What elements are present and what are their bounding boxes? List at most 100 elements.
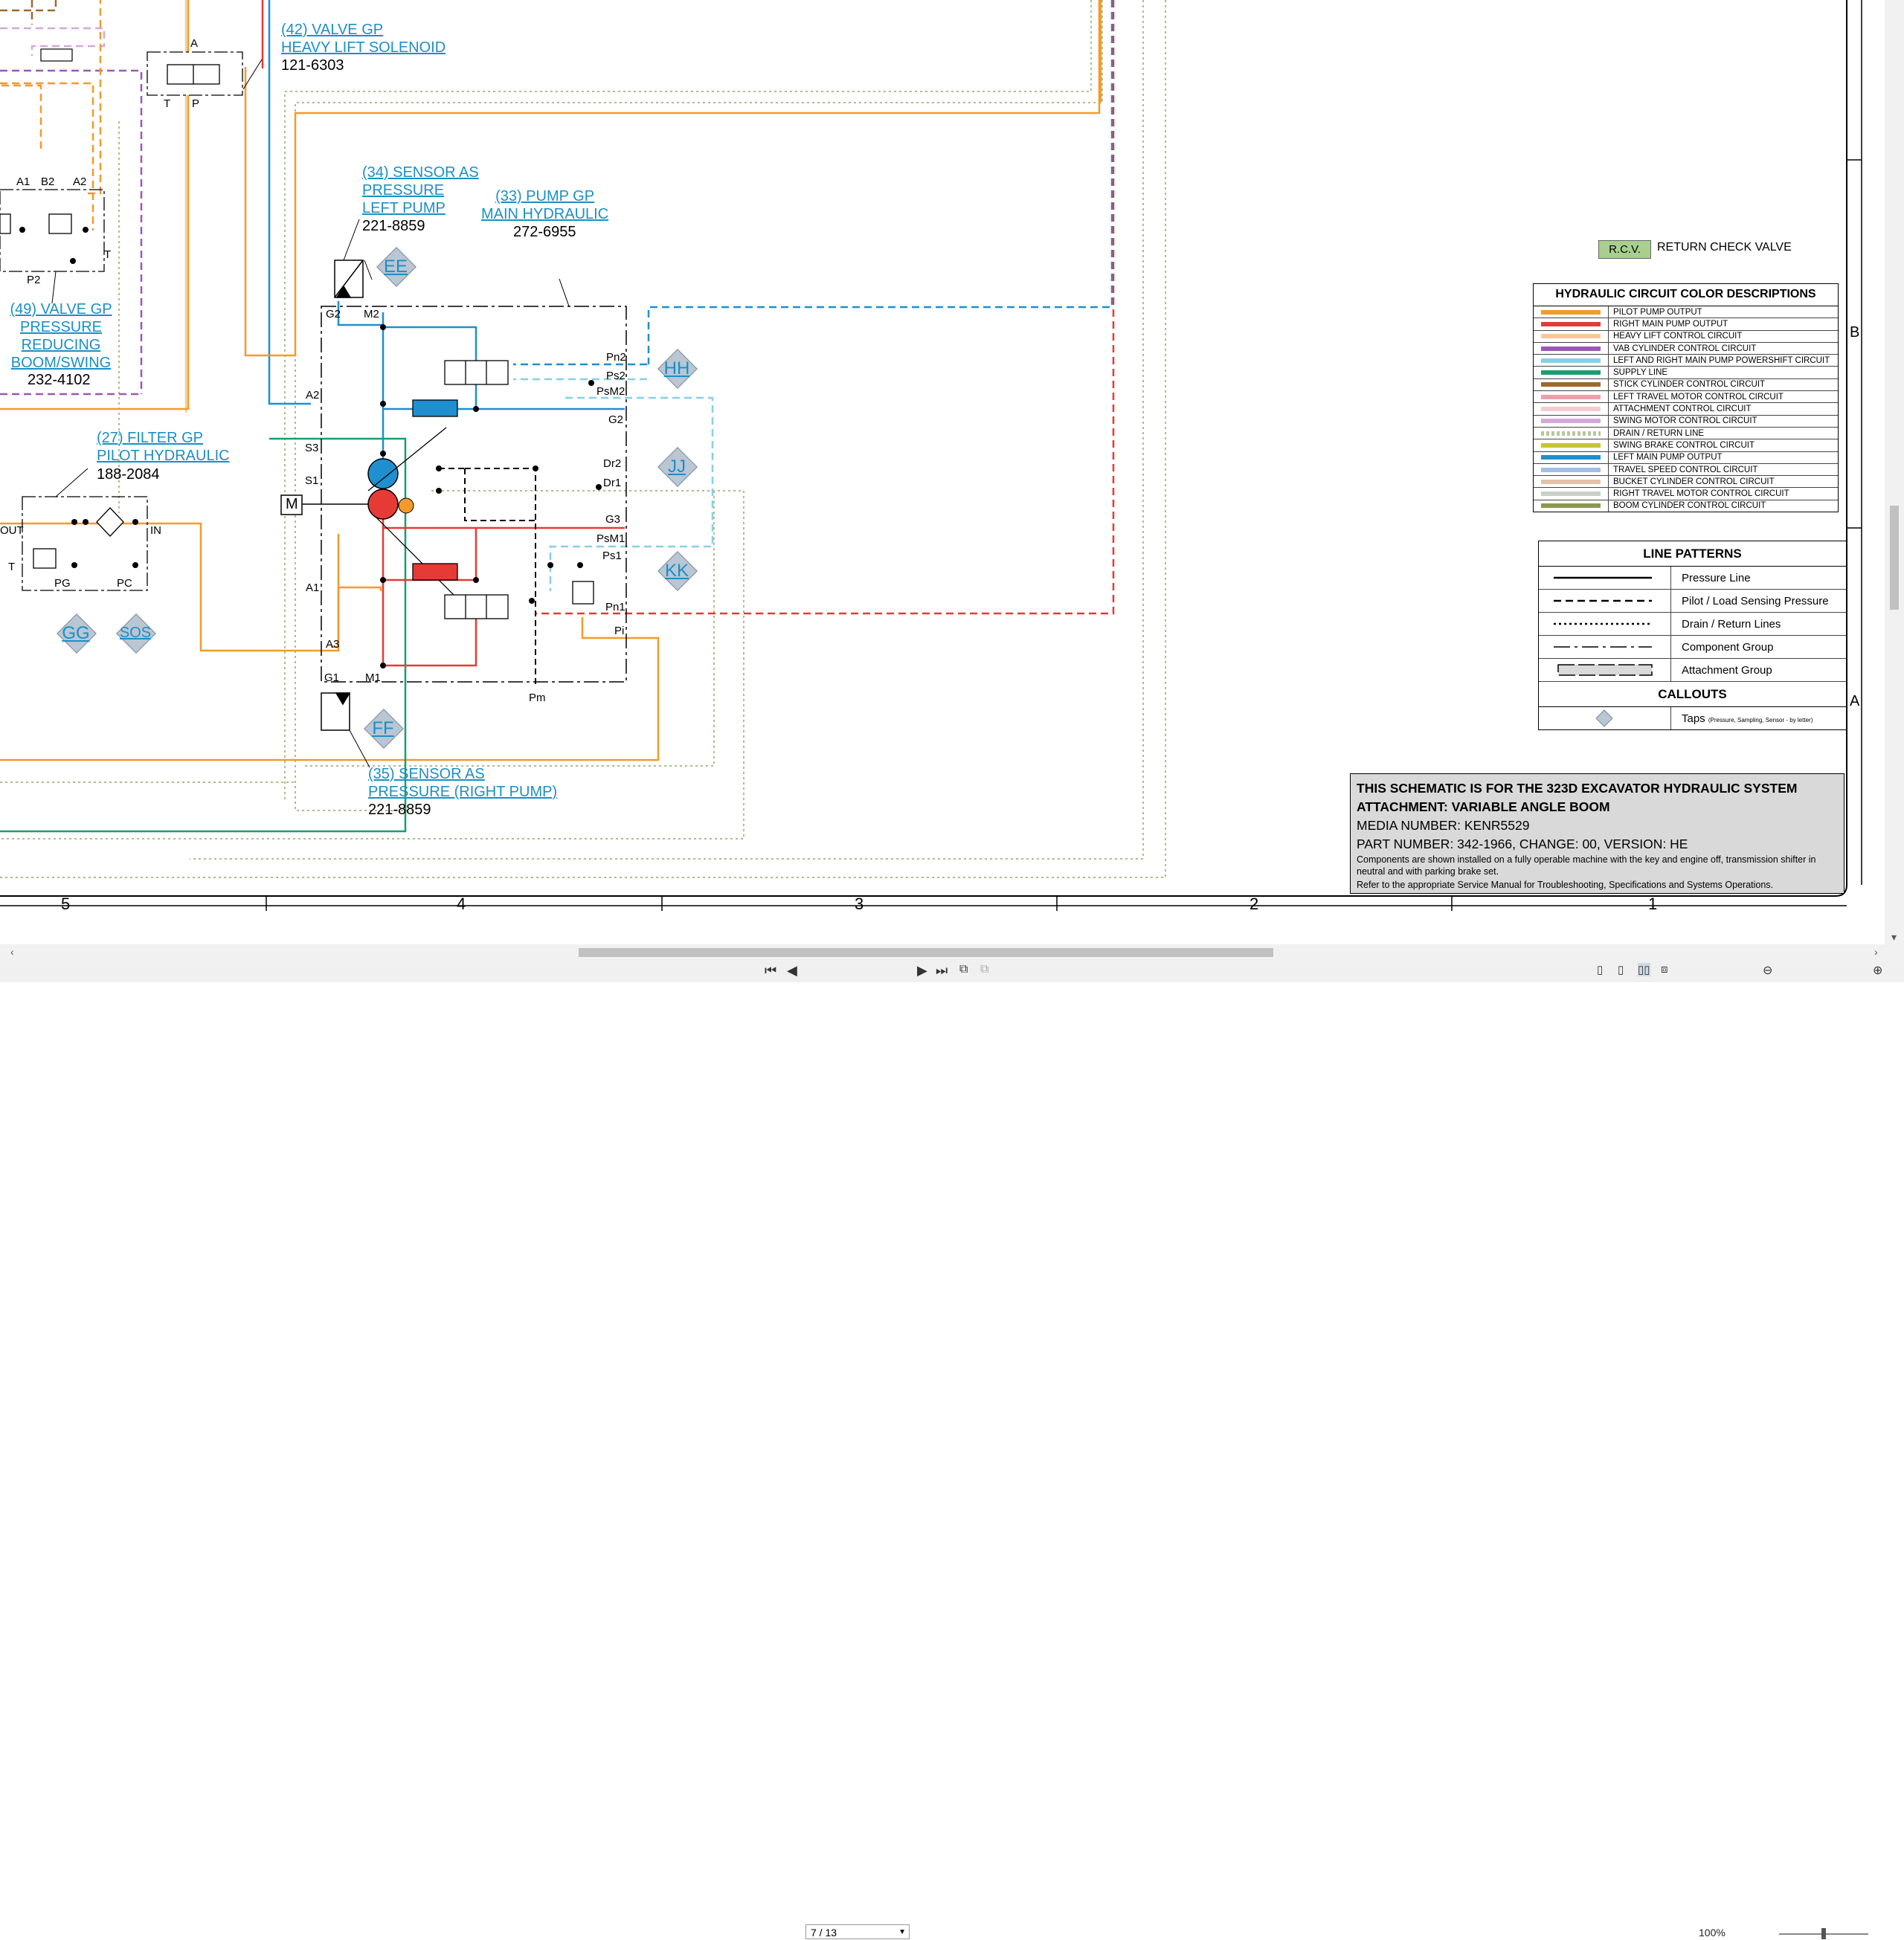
color-table-title: HYDRAULIC CIRCUIT COLOR DESCRIPTIONS bbox=[1534, 284, 1838, 306]
vertical-scroll-thumb[interactable] bbox=[1890, 506, 1899, 610]
port-label: G2 bbox=[326, 308, 341, 320]
valve-49-callout[interactable]: (49) VALVE GP PRESSURE REDUCING BOOM/SWING bbox=[9, 300, 113, 372]
port-label: T bbox=[8, 561, 16, 573]
port-label: A2 bbox=[306, 389, 320, 402]
port-label: M1 bbox=[365, 671, 381, 684]
port-label: A1 bbox=[306, 581, 320, 594]
port-label: M2 bbox=[364, 308, 379, 320]
document-viewport[interactable]: (42) VALVE GP HEAVY LIFT SOLENOID 121-630… bbox=[0, 0, 1885, 944]
port-label: A bbox=[190, 37, 199, 50]
zoom-in-icon[interactable]: ⊕ bbox=[1873, 963, 1882, 978]
pump-33-callout[interactable]: (33) PUMP GP MAIN HYDRAULIC bbox=[481, 187, 608, 223]
color-swatch bbox=[1534, 427, 1609, 439]
horizontal-scrollbar[interactable]: ‹ › bbox=[0, 944, 1904, 961]
grid-column-number: 2 bbox=[1250, 895, 1259, 913]
grid-row-letter: A bbox=[1850, 693, 1860, 709]
color-description-row: SWING BRAKE CONTROL CIRCUIT bbox=[1534, 439, 1838, 452]
sensor-34-callout[interactable]: (34) SENSOR AS PRESSURE LEFT PUMP bbox=[362, 164, 479, 217]
port-label: PsM2 bbox=[596, 385, 625, 398]
tap-gg[interactable]: GG bbox=[57, 613, 97, 654]
port-label: Dr1 bbox=[603, 477, 622, 489]
port-label: PC bbox=[117, 577, 132, 590]
fit-width-icon[interactable]: ⧉ bbox=[980, 963, 988, 976]
port-label: Pm bbox=[529, 692, 546, 704]
sensor-35-callout[interactable]: (35) SENSOR AS PRESSURE (RIGHT PUMP) bbox=[368, 765, 557, 801]
port-label: Pi bbox=[614, 625, 625, 637]
color-swatch bbox=[1534, 415, 1609, 427]
color-swatch bbox=[1534, 355, 1609, 367]
color-description-row: RIGHT TRAVEL MOTOR CONTROL CIRCUIT bbox=[1534, 488, 1838, 500]
continuous-facing-view-icon[interactable]: ⧈ bbox=[1661, 963, 1668, 976]
port-label: S1 bbox=[305, 474, 319, 487]
sensor-34-part-number: 221-8859 bbox=[362, 218, 425, 234]
info-note: Components are shown installed on a full… bbox=[1357, 854, 1816, 877]
fit-page-icon[interactable]: ⧉ bbox=[959, 963, 968, 976]
valve-42-part-number: 121-6303 bbox=[281, 57, 344, 74]
valve-49-part-number: 232-4102 bbox=[28, 372, 91, 388]
facing-view-icon[interactable]: ▯▯ bbox=[1638, 963, 1650, 976]
horizontal-scroll-thumb[interactable] bbox=[579, 948, 1273, 957]
sensor-35-part-number: 221-8859 bbox=[368, 802, 431, 818]
color-swatch bbox=[1534, 451, 1609, 463]
port-label: PsM1 bbox=[596, 532, 625, 545]
zoom-slider-knob[interactable] bbox=[1821, 1928, 1826, 1939]
page-number-field[interactable]: 7 / 13 ▼ bbox=[805, 1924, 910, 1939]
pump-33-part-number: 272-6955 bbox=[513, 224, 576, 240]
callouts-title: CALLOUTS bbox=[1539, 682, 1846, 707]
valve-42-callout[interactable]: (42) VALVE GP HEAVY LIFT SOLENOID bbox=[281, 21, 446, 57]
schematic-info-block: THIS SCHEMATIC IS FOR THE 323D EXCAVATOR… bbox=[1350, 773, 1844, 894]
vertical-scrollbar[interactable]: ▾ bbox=[1885, 0, 1904, 944]
next-page-icon[interactable]: ▶ bbox=[917, 963, 927, 979]
color-swatch bbox=[1534, 403, 1609, 415]
filter-27-callout[interactable]: (27) FILTER GP PILOT HYDRAULIC bbox=[97, 429, 230, 465]
port-label: Ps2 bbox=[606, 370, 625, 382]
single-page-view-icon[interactable]: ▯ bbox=[1597, 963, 1603, 976]
color-description-row: LEFT MAIN PUMP OUTPUT bbox=[1534, 451, 1838, 464]
scroll-left-arrow-icon[interactable]: ‹ bbox=[10, 946, 14, 958]
port-label: Pn2 bbox=[606, 351, 626, 364]
zoom-out-icon[interactable]: ⊖ bbox=[1763, 963, 1772, 978]
color-swatch bbox=[1534, 488, 1609, 500]
grid-column-number: 4 bbox=[457, 895, 466, 913]
color-description-label: LEFT TRAVEL MOTOR CONTROL CIRCUIT bbox=[1613, 392, 1784, 402]
port-label: A1 bbox=[16, 175, 30, 188]
tap-ee[interactable]: EE bbox=[376, 247, 416, 287]
tap-hh[interactable]: HH bbox=[657, 349, 698, 389]
color-swatch bbox=[1534, 463, 1609, 476]
continuous-view-icon[interactable]: ▯ bbox=[1618, 963, 1624, 976]
tap-sos[interactable]: SOS bbox=[116, 613, 156, 654]
color-description-label: HEAVY LIFT CONTROL CIRCUIT bbox=[1613, 332, 1743, 341]
color-description-row: LEFT TRAVEL MOTOR CONTROL CIRCUIT bbox=[1534, 391, 1838, 404]
color-description-row: ATTACHMENT CONTROL CIRCUIT bbox=[1534, 403, 1838, 416]
line-pattern-label: Component Group bbox=[1682, 640, 1774, 654]
scroll-down-arrow-icon[interactable]: ▾ bbox=[1891, 931, 1897, 944]
callouts-taps-row: Taps (Pressure, Sampling, Sensor - by le… bbox=[1539, 707, 1846, 729]
color-swatch bbox=[1534, 439, 1609, 451]
scroll-right-arrow-icon[interactable]: › bbox=[1874, 946, 1878, 958]
color-swatch bbox=[1534, 342, 1609, 355]
tap-kk[interactable]: KK bbox=[657, 551, 698, 591]
port-label: G2 bbox=[608, 413, 624, 426]
line-pattern-label: Drain / Return Lines bbox=[1682, 617, 1781, 631]
zoom-level: 100% bbox=[1699, 1927, 1726, 1939]
taps-label: Taps bbox=[1682, 712, 1705, 725]
line-pattern-label: Pilot / Load Sensing Pressure bbox=[1682, 594, 1829, 608]
previous-page-icon[interactable]: ◀ bbox=[787, 963, 797, 979]
color-swatch bbox=[1534, 367, 1609, 378]
line-pattern-label: Attachment Group bbox=[1682, 663, 1772, 677]
chevron-down-icon[interactable]: ▼ bbox=[898, 1925, 906, 1940]
first-page-icon[interactable]: ⏮ bbox=[765, 963, 776, 979]
tap-jj[interactable]: JJ bbox=[657, 447, 698, 487]
port-label: IN bbox=[150, 524, 161, 537]
color-descriptions-table: HYDRAULIC CIRCUIT COLOR DESCRIPTIONS PIL… bbox=[1533, 283, 1839, 513]
color-description-label: BOOM CYLINDER CONTROL CIRCUIT bbox=[1613, 501, 1766, 511]
line-pattern-row: Attachment Group bbox=[1539, 659, 1846, 682]
color-description-row: STICK CYLINDER CONTROL CIRCUIT bbox=[1534, 378, 1838, 392]
last-page-icon[interactable]: ⏭ bbox=[936, 963, 948, 979]
color-description-label: LEFT MAIN PUMP OUTPUT bbox=[1613, 453, 1723, 463]
color-swatch bbox=[1534, 318, 1609, 330]
color-description-row: SWING MOTOR CONTROL CIRCUIT bbox=[1534, 415, 1838, 428]
tap-ff[interactable]: FF bbox=[364, 709, 404, 749]
color-description-row: BOOM CYLINDER CONTROL CIRCUIT bbox=[1534, 500, 1838, 512]
motor-label: M bbox=[286, 496, 298, 512]
